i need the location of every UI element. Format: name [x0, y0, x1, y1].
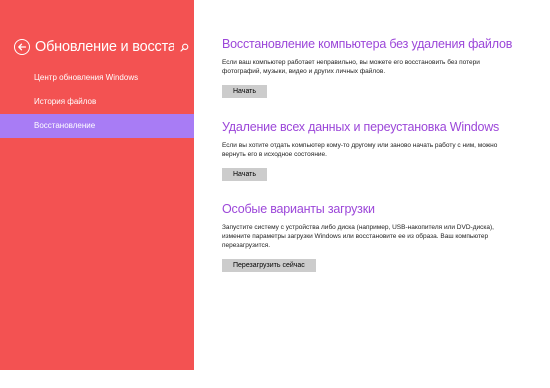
section-title: Особые варианты загрузки — [222, 202, 375, 216]
section-title: Восстановление компьютера без удаления ф… — [222, 37, 513, 51]
back-arrow-icon — [18, 43, 27, 51]
section-reset-pc: Удаление всех данных и переустановка Win… — [222, 119, 512, 181]
sidebar-title: Обновление и восстан... — [35, 39, 174, 55]
search-icon — [179, 43, 188, 52]
back-button[interactable] — [14, 39, 30, 55]
sidebar-item-file-history[interactable]: История файлов — [0, 90, 194, 114]
section-title: Удаление всех данных и переустановка Win… — [222, 120, 500, 134]
search-button[interactable] — [178, 41, 190, 53]
restart-now-button[interactable]: Перезагрузить сейчас — [222, 259, 316, 272]
sidebar-item-windows-update[interactable]: Центр обновления Windows — [0, 66, 194, 90]
sidebar-header: Обновление и восстан... — [14, 36, 190, 58]
section-description: Если вы хотите отдать компьютер кому-то … — [222, 142, 498, 158]
section-description: Если ваш компьютер работает неправильно,… — [222, 59, 480, 75]
sidebar-item-recovery[interactable]: Восстановление — [0, 114, 194, 138]
section-refresh-pc: Восстановление компьютера без удаления ф… — [222, 36, 512, 98]
section-advanced-startup: Особые варианты загрузки Запустите систе… — [222, 201, 512, 272]
refresh-start-button[interactable]: Начать — [222, 85, 268, 98]
section-description: Запустите систему с устройства либо диск… — [222, 224, 494, 249]
sidebar: Обновление и восстан... Центр обновления… — [0, 0, 194, 370]
sidebar-nav: Центр обновления Windows История файлов … — [0, 66, 194, 138]
settings-window: Обновление и восстан... Центр обновления… — [0, 0, 550, 388]
reset-start-button[interactable]: Начать — [222, 168, 268, 181]
